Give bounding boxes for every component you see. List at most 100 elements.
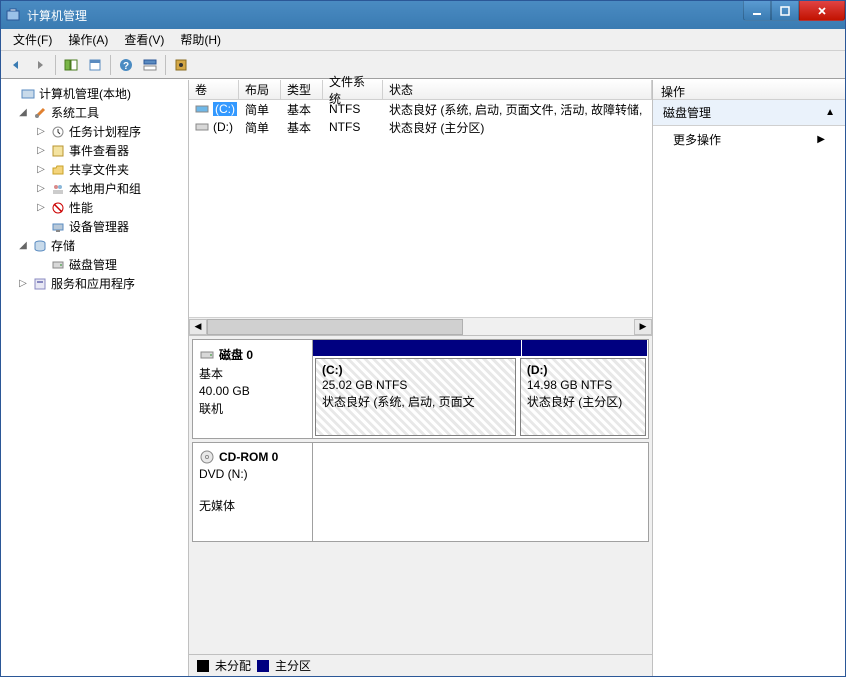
help-button[interactable]: ?	[115, 54, 137, 76]
scroll-left-icon[interactable]: ◀	[189, 319, 207, 335]
tree-shared-folders[interactable]: ▷共享文件夹	[3, 160, 186, 179]
tree-local-users[interactable]: ▷本地用户和组	[3, 179, 186, 198]
tree-services-apps[interactable]: ▷服务和应用程序	[3, 274, 186, 293]
scroll-track[interactable]	[207, 319, 634, 335]
tree-task-scheduler[interactable]: ▷任务计划程序	[3, 122, 186, 141]
volume-list-header[interactable]: 卷 布局 类型 文件系统 状态	[189, 80, 652, 100]
toolbar-separator	[165, 55, 166, 75]
collapse-icon[interactable]: ◢	[17, 107, 29, 118]
tree-event-viewer[interactable]: ▷事件查看器	[3, 141, 186, 160]
computer-icon	[20, 86, 36, 102]
disk-row[interactable]: 磁盘 0基本40.00 GB联机(C:)25.02 GB NTFS状态良好 (系…	[192, 339, 649, 439]
partition-label: (C:)	[322, 363, 509, 377]
partition-info: 14.98 GB NTFS	[527, 378, 639, 392]
disk-kind: DVD (N:)	[199, 467, 306, 481]
services-icon	[32, 276, 48, 292]
view-top-button[interactable]	[139, 54, 161, 76]
volume-type: 基本	[281, 101, 323, 118]
partition[interactable]: (C:)25.02 GB NTFS状态良好 (系统, 启动, 页面文	[315, 358, 516, 436]
volume-row[interactable]: (D:)简单基本NTFS状态良好 (主分区)	[189, 118, 652, 136]
toolbar-separator	[55, 55, 56, 75]
col-layout[interactable]: 布局	[239, 80, 281, 99]
disk-icon	[199, 347, 215, 363]
disk-state: 无媒体	[199, 497, 306, 514]
partition-info: 25.02 GB NTFS	[322, 378, 509, 392]
toolbar-separator	[110, 55, 111, 75]
expand-icon[interactable]: ▷	[35, 164, 47, 175]
expand-icon[interactable]: ▷	[35, 183, 47, 194]
disk-info[interactable]: 磁盘 0基本40.00 GB联机	[193, 340, 313, 438]
properties-button[interactable]	[84, 54, 106, 76]
storage-icon	[32, 238, 48, 254]
expand-icon[interactable]: ▷	[35, 202, 47, 213]
show-hide-tree-button[interactable]	[60, 54, 82, 76]
actions-more[interactable]: 更多操作 ▶	[653, 126, 845, 153]
volume-fs: NTFS	[323, 102, 383, 116]
disk-info[interactable]: CD-ROM 0 DVD (N:) 无媒体	[193, 443, 313, 541]
submenu-arrow-icon: ▶	[817, 134, 825, 145]
menu-action[interactable]: 操作(A)	[60, 29, 116, 50]
disk-icon	[199, 449, 215, 465]
tree-root[interactable]: 计算机管理(本地)	[3, 84, 186, 103]
back-button[interactable]	[5, 54, 27, 76]
folder-share-icon	[50, 162, 66, 178]
drive-icon	[195, 103, 209, 115]
collapse-icon[interactable]: ◢	[17, 240, 29, 251]
window-title: 计算机管理	[27, 7, 87, 24]
col-type[interactable]: 类型	[281, 80, 323, 99]
tree-performance[interactable]: ▷性能	[3, 198, 186, 217]
disk-name: 磁盘 0	[219, 346, 253, 363]
legend-unallocated: 未分配	[215, 657, 251, 674]
maximize-button[interactable]	[771, 1, 799, 21]
device-icon	[50, 219, 66, 235]
disk-state: 联机	[199, 400, 306, 417]
expand-icon[interactable]: ▷	[17, 278, 29, 289]
partition-status: 状态良好 (系统, 启动, 页面文	[322, 393, 509, 410]
menu-file[interactable]: 文件(F)	[5, 29, 60, 50]
menu-help[interactable]: 帮助(H)	[172, 29, 229, 50]
close-button[interactable]	[799, 1, 845, 21]
menu-view[interactable]: 查看(V)	[116, 29, 172, 50]
actions-header: 操作	[653, 80, 845, 100]
toolbar: ?	[1, 51, 845, 79]
center-pane: 卷 布局 类型 文件系统 状态 (C:)简单基本NTFS状态良好 (系统, 启动…	[189, 80, 653, 676]
actions-pane: 操作 磁盘管理 ▲ 更多操作 ▶	[653, 80, 845, 676]
volume-row[interactable]: (C:)简单基本NTFS状态良好 (系统, 启动, 页面文件, 活动, 故障转储…	[189, 100, 652, 118]
titlebar[interactable]: 计算机管理	[1, 1, 845, 29]
col-fs[interactable]: 文件系统	[323, 80, 383, 99]
disk-row[interactable]: CD-ROM 0 DVD (N:) 无媒体	[192, 442, 649, 542]
forward-button[interactable]	[29, 54, 51, 76]
tree-system-tools[interactable]: ◢系统工具	[3, 103, 186, 122]
scroll-thumb[interactable]	[207, 319, 463, 335]
volume-layout: 简单	[239, 119, 281, 136]
col-volume[interactable]: 卷	[189, 80, 239, 99]
users-icon	[50, 181, 66, 197]
disk-graphic-pane[interactable]: 磁盘 0基本40.00 GB联机(C:)25.02 GB NTFS状态良好 (系…	[189, 336, 652, 654]
volume-list[interactable]: 卷 布局 类型 文件系统 状态 (C:)简单基本NTFS状态良好 (系统, 启动…	[189, 80, 652, 336]
drive-icon	[195, 121, 209, 133]
legend-swatch-unallocated	[197, 660, 209, 672]
volume-drive: (D:)	[213, 120, 233, 134]
expand-icon[interactable]: ▷	[35, 145, 47, 156]
col-status[interactable]: 状态	[383, 80, 652, 99]
collapse-arrow-icon: ▲	[825, 107, 835, 118]
tree-device-manager[interactable]: 设备管理器	[3, 217, 186, 236]
tree-storage[interactable]: ◢存储	[3, 236, 186, 255]
settings-button[interactable]	[170, 54, 192, 76]
nav-tree[interactable]: 计算机管理(本地) ◢系统工具 ▷任务计划程序 ▷事件查看器 ▷共享文件夹 ▷本…	[1, 80, 189, 676]
disk-kind: 基本	[199, 365, 306, 382]
menubar: 文件(F) 操作(A) 查看(V) 帮助(H)	[1, 29, 845, 51]
event-icon	[50, 143, 66, 159]
minimize-button[interactable]	[743, 1, 771, 21]
partition[interactable]: (D:)14.98 GB NTFS状态良好 (主分区)	[520, 358, 646, 436]
expand-icon[interactable]: ▷	[35, 126, 47, 137]
horizontal-scrollbar[interactable]: ◀ ▶	[189, 317, 652, 335]
actions-group-disk[interactable]: 磁盘管理 ▲	[653, 100, 845, 126]
disk-name: CD-ROM 0	[219, 450, 278, 464]
tools-icon	[32, 105, 48, 121]
tree-disk-management[interactable]: 磁盘管理	[3, 255, 186, 274]
scroll-right-icon[interactable]: ▶	[634, 319, 652, 335]
app-window: 计算机管理 文件(F) 操作(A) 查看(V) 帮助(H) ? 计算机管理(本地…	[0, 0, 846, 677]
legend-swatch-primary	[257, 660, 269, 672]
clock-icon	[50, 124, 66, 140]
